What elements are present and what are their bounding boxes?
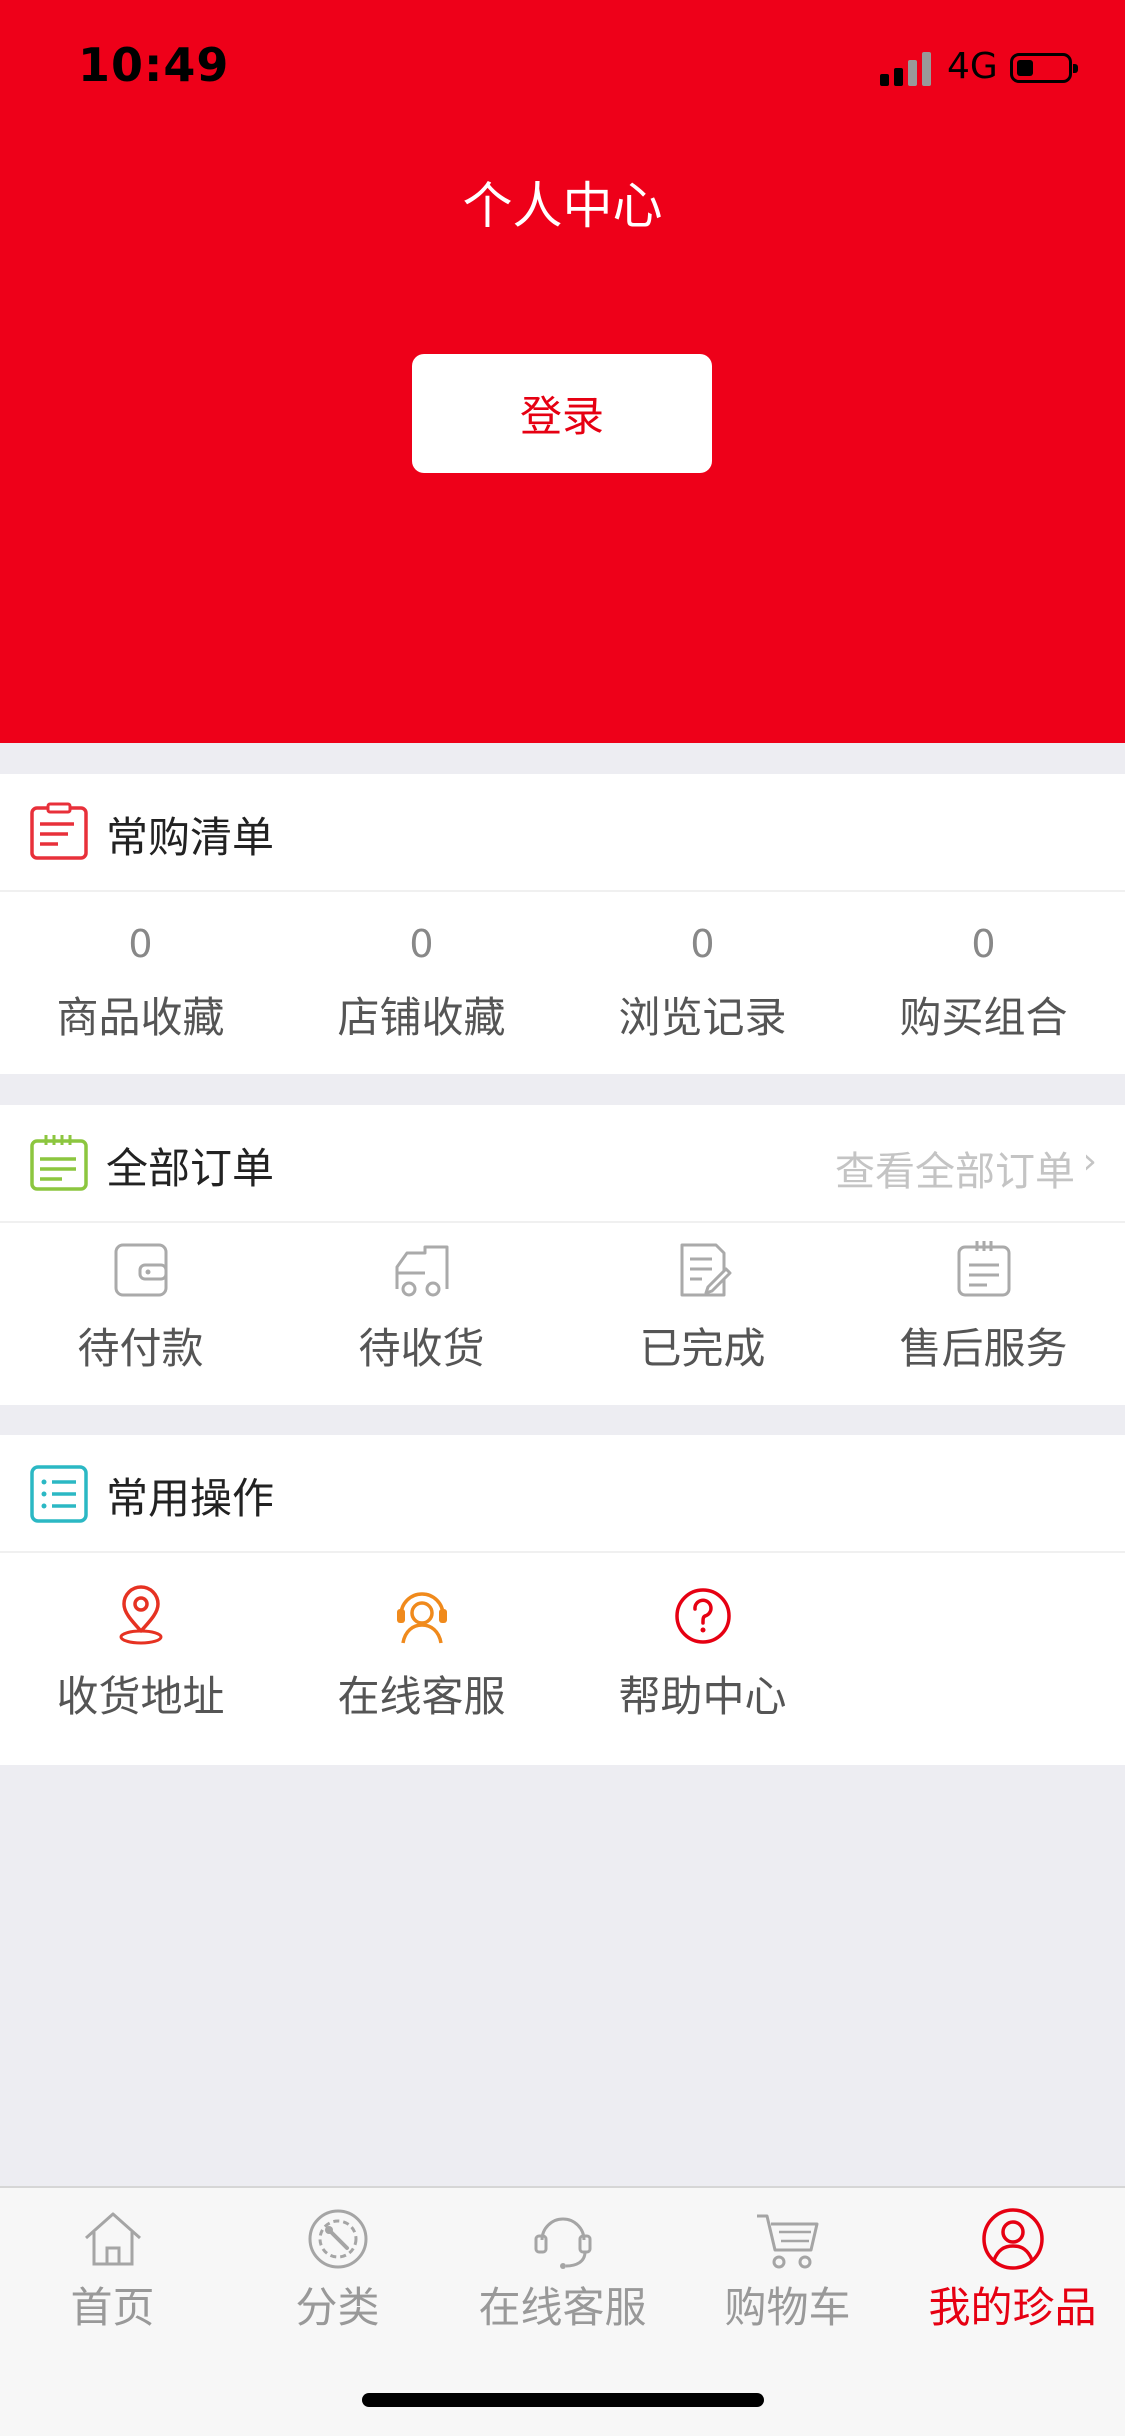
orders-card: 全部订单 查看全部订单 › 待付款 待收货 已完成 售后服务: [0, 1105, 1125, 1405]
customer-service-icon: [397, 1592, 447, 1644]
operations-title: 常用操作: [106, 1474, 275, 1523]
tab-cart[interactable]: 购物车: [675, 2198, 900, 2338]
tab-home[interactable]: 首页: [0, 2198, 225, 2338]
pending-payment[interactable]: 待付款: [0, 1223, 281, 1403]
pending-delivery[interactable]: 待收货: [281, 1223, 562, 1403]
signal-strength-icon: [880, 52, 934, 86]
favorites-header[interactable]: 常购清单: [0, 774, 1125, 892]
login-button[interactable]: 登录: [412, 354, 712, 473]
profile-icon: [982, 2208, 1044, 2270]
pending-payment-label: 待付款: [77, 1324, 204, 1373]
tab-my-treasures-label: 我的珍品: [928, 2283, 1097, 2332]
header: 10:49 4G 个人中心 登录: [0, 0, 1125, 743]
chevron-right-icon: ›: [1082, 1141, 1097, 1182]
tab-category[interactable]: 分类: [225, 2198, 450, 2338]
favorites-card: 常购清单 0 商品收藏 0 店铺收藏 0 浏览记录 0 购买组合: [0, 774, 1125, 1074]
pending-delivery-label: 待收货: [358, 1324, 485, 1373]
tab-cart-label: 购物车: [724, 2283, 851, 2332]
network-type: 4G: [947, 46, 998, 87]
online-customer-service[interactable]: 在线客服: [281, 1553, 562, 1743]
online-customer-service-label: 在线客服: [337, 1672, 506, 1721]
tab-customer-service[interactable]: 在线客服: [450, 2198, 675, 2338]
cart-icon: [757, 2214, 819, 2269]
delivery-truck-icon: [395, 1245, 449, 1297]
completed-document-icon: [680, 1243, 732, 1297]
browsing-history[interactable]: 0 浏览记录: [562, 892, 843, 1072]
favorite-stores[interactable]: 0 店铺收藏: [281, 892, 562, 1072]
tab-home-label: 首页: [70, 2283, 155, 2332]
favorite-stores-label: 店铺收藏: [337, 993, 506, 1042]
help-center[interactable]: 帮助中心: [562, 1553, 843, 1743]
home-indicator[interactable]: [362, 2393, 764, 2407]
favorites-title: 常购清单: [106, 813, 275, 862]
favorite-products-count: 0: [128, 922, 153, 966]
help-center-label: 帮助中心: [618, 1672, 787, 1721]
view-all-orders-link[interactable]: 查看全部订单: [835, 1139, 1075, 1197]
browsing-history-count: 0: [690, 922, 715, 966]
help-icon: [675, 1588, 731, 1644]
menu-list-icon: [30, 1465, 88, 1523]
operations-header: 常用操作: [0, 1435, 1125, 1553]
tab-customer-service-label: 在线客服: [478, 2283, 647, 2332]
purchase-bundles-count: 0: [971, 922, 996, 966]
orders-title: 全部订单: [106, 1144, 275, 1193]
orders-header[interactable]: 全部订单 查看全部订单 ›: [0, 1105, 1125, 1223]
shipping-address-label: 收货地址: [56, 1672, 225, 1721]
tab-my-treasures[interactable]: 我的珍品: [900, 2198, 1125, 2338]
home-icon: [85, 2212, 141, 2266]
location-pin-icon: [119, 1585, 163, 1645]
wallet-icon: [114, 1243, 168, 1297]
page-title: 个人中心: [462, 177, 663, 235]
after-sales-service[interactable]: 售后服务: [843, 1223, 1124, 1403]
after-sales-icon: [957, 1241, 1011, 1297]
browsing-history-label: 浏览记录: [618, 993, 787, 1042]
purchase-bundles[interactable]: 0 购买组合: [843, 892, 1124, 1072]
purchase-bundles-label: 购买组合: [899, 993, 1068, 1042]
shopping-list-icon: [30, 802, 88, 860]
tab-category-label: 分类: [295, 2283, 380, 2332]
favorite-stores-count: 0: [409, 922, 434, 966]
shipping-address[interactable]: 收货地址: [0, 1553, 281, 1743]
favorite-products-label: 商品收藏: [56, 993, 225, 1042]
completed-orders[interactable]: 已完成: [562, 1223, 843, 1403]
operations-card: 常用操作 收货地址 在线客服 帮助中心: [0, 1435, 1125, 1765]
favorite-products[interactable]: 0 商品收藏: [0, 892, 281, 1072]
headset-icon: [534, 2217, 592, 2269]
battery-icon: [1010, 53, 1078, 83]
completed-orders-label: 已完成: [639, 1324, 766, 1373]
after-sales-label: 售后服务: [899, 1324, 1068, 1373]
orders-list-icon: [30, 1135, 88, 1191]
status-time: 10:49: [78, 38, 230, 92]
category-icon: [308, 2209, 368, 2269]
